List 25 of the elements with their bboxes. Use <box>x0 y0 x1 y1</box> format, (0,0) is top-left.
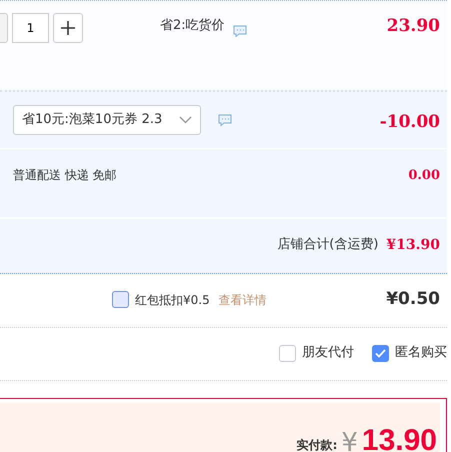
checkbox[interactable] <box>112 291 129 308</box>
coupon-select[interactable]: 省10元:泡菜10元券 2.3 <box>13 105 201 135</box>
payment-label: 实付款: <box>296 437 338 452</box>
option-label: 朋友代付 <box>302 344 354 362</box>
bonus-deduction-label: 红包抵扣¥0.5 <box>135 292 210 308</box>
chevron-icon <box>179 116 192 124</box>
chat-icon[interactable] <box>218 114 232 126</box>
shipping-fee: 0.00 <box>408 167 440 185</box>
shipping-method: 普通配送 快递 免邮 <box>13 167 117 184</box>
chat-icon[interactable] <box>232 25 247 37</box>
payment-amount: 13.90 <box>362 426 437 452</box>
shop-total-amount: ¥13.90 <box>386 236 440 254</box>
currency-symbol: ¥ <box>341 430 358 452</box>
plus-button[interactable] <box>53 13 83 43</box>
discount-amount: -10.00 <box>380 111 440 134</box>
option-label: 匿名购买 <box>395 344 447 362</box>
bonus-deduction-amount: ¥0.50 <box>386 288 440 311</box>
item-price: 23.90 <box>386 15 440 38</box>
checkbox[interactable] <box>372 344 389 362</box>
promo-label: 省2:吃货价 <box>160 17 225 36</box>
plus-icon <box>61 21 75 35</box>
quantity-field[interactable]: 1 <box>12 13 49 43</box>
checkbox[interactable] <box>279 344 296 362</box>
shop-total-label: 店铺合计(含运费) <box>277 236 378 254</box>
check-icon <box>375 348 386 358</box>
